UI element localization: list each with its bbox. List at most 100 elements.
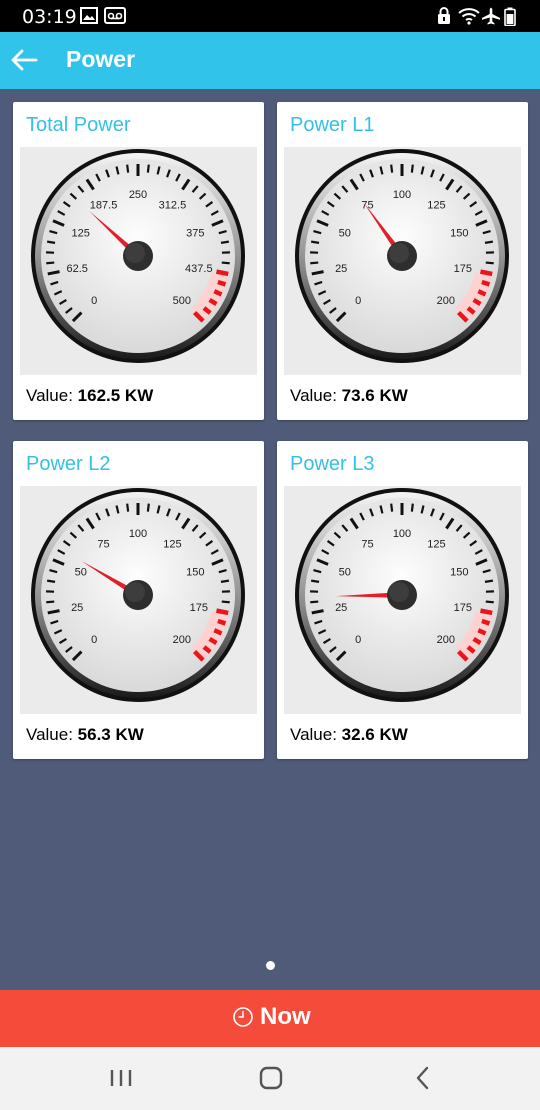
gauge: 0 25 50 75 100 125 150 175 200 <box>284 486 521 714</box>
gauge-minor-tick <box>310 240 320 244</box>
gauge-card-total-power[interactable]: Total Power 0 62.5 125 187.5 250 312.5 375 437.… <box>13 102 264 420</box>
gauge-major-tick <box>216 269 229 277</box>
gauge-minor-tick <box>310 261 319 265</box>
gauge-major-tick <box>216 608 229 616</box>
gauge-minor-tick <box>126 503 130 512</box>
gauge-minor-tick <box>390 503 394 512</box>
gauge-minor-tick <box>220 240 230 244</box>
alarm-lock-icon <box>437 7 451 30</box>
page-title: Power <box>66 46 136 72</box>
gauge-scale-label: 25 <box>71 602 83 614</box>
gauge-scale-label: 500 <box>173 295 191 307</box>
now-label: Now <box>260 1003 311 1030</box>
gauge-scale-label: 125 <box>427 199 445 211</box>
gauge-scale-label: 125 <box>427 538 445 550</box>
gauge-scale-label: 0 <box>91 295 97 307</box>
status-bar: 03:19 <box>0 0 540 32</box>
gauge-scale-label: 75 <box>361 199 373 211</box>
gauge-minor-tick <box>46 600 55 604</box>
arrow-left-icon <box>11 49 38 71</box>
value-label: Value: <box>290 725 342 744</box>
gauge-scale-label: 62.5 <box>66 263 87 275</box>
gauge-scale-label: 200 <box>437 295 455 307</box>
home-icon <box>259 1066 283 1090</box>
gauge-value: Value: 73.6 KW <box>290 386 408 406</box>
gauge-dial: 0 62.5 125 187.5 250 312.5 375 437.5 500 <box>31 149 245 363</box>
gauge-card-power-l1[interactable]: Power L1 0 25 50 75 100 125 150 175 200 Value: 7… <box>277 102 528 420</box>
gauge-scale-label: 150 <box>450 227 468 239</box>
gauge-hub-highlight <box>125 582 145 602</box>
gauge-scale-label: 100 <box>393 189 411 201</box>
gauge-minor-tick <box>220 579 230 583</box>
gauge-scale-label: 200 <box>437 634 455 646</box>
gauge: 0 25 50 75 100 125 150 175 200 <box>284 147 521 375</box>
gauge-minor-tick <box>213 289 223 297</box>
gauge-minor-tick <box>310 600 319 604</box>
gauge-minor-tick <box>410 164 414 173</box>
gauge-minor-tick <box>221 600 230 604</box>
value-label: Value: <box>290 386 342 405</box>
back-nav-icon <box>416 1066 429 1090</box>
gauge-minor-tick <box>485 261 494 265</box>
gauge-value: Value: 162.5 KW <box>26 386 153 406</box>
gauge-minor-tick <box>46 261 55 265</box>
home-button[interactable] <box>253 1061 289 1095</box>
gauge: 0 62.5 125 187.5 250 312.5 375 437.5 500 <box>20 147 257 375</box>
gauge-minor-tick <box>410 503 414 512</box>
gauge-card-power-l2[interactable]: Power L2 0 25 50 75 100 125 150 175 200 Value: 5… <box>13 441 264 759</box>
gauge-scale-label: 100 <box>129 528 147 540</box>
gauge-scale-label: 375 <box>186 227 204 239</box>
voicemail-icon <box>104 7 126 29</box>
back-nav-button[interactable] <box>405 1061 441 1095</box>
wifi-icon <box>457 7 481 30</box>
airplane-mode-icon <box>481 7 501 30</box>
gauge-value: Value: 32.6 KW <box>290 725 408 745</box>
gauge-dial: 0 25 50 75 100 125 150 175 200 <box>31 488 245 702</box>
gauge-scale-label: 312.5 <box>159 199 187 211</box>
gauge-scale-label: 50 <box>75 566 87 578</box>
gauge-minor-tick <box>126 164 130 173</box>
gauge-minor-tick <box>146 503 150 512</box>
now-button[interactable]: Now <box>0 990 540 1047</box>
status-time: 03:19 <box>22 6 77 28</box>
gauge-scale-label: 175 <box>454 263 472 275</box>
gauge-hub-highlight <box>389 243 409 263</box>
gauge-minor-tick <box>221 261 230 265</box>
value-label: Value: <box>26 725 78 744</box>
gauge-title: Total Power <box>26 114 131 136</box>
gauge-title: Power L1 <box>290 114 375 136</box>
gauge-scale-label: 437.5 <box>185 263 213 275</box>
clock-icon <box>233 1007 253 1027</box>
gauge-scale-label: 250 <box>129 189 147 201</box>
gauge-scale-label: 125 <box>72 227 90 239</box>
gauge-scale-label: 25 <box>335 602 347 614</box>
app-bar: Power <box>0 32 540 89</box>
recent-apps-icon <box>110 1070 132 1086</box>
value-number: 162.5 KW <box>77 386 154 405</box>
gauge-minor-tick <box>484 240 494 244</box>
gauge-value: Value: 56.3 KW <box>26 725 144 745</box>
gauge-major-tick <box>480 608 493 616</box>
gauge-title: Power L3 <box>290 453 375 475</box>
gauge-scale-label: 75 <box>361 538 373 550</box>
back-button[interactable] <box>6 40 46 80</box>
gauge-scale-label: 0 <box>355 634 361 646</box>
gauge-minor-tick <box>310 579 320 583</box>
gauge-minor-tick <box>481 279 491 287</box>
value-number: 32.6 KW <box>341 725 408 744</box>
gauge-card-power-l3[interactable]: Power L3 0 25 50 75 100 125 150 175 200 Value: 3… <box>277 441 528 759</box>
gauge-dial: 0 25 50 75 100 125 150 175 200 <box>295 488 509 702</box>
gauge-minor-tick <box>481 618 491 626</box>
recent-apps-button[interactable] <box>103 1061 139 1095</box>
gauge-scale-label: 0 <box>91 634 97 646</box>
gauge-scale-label: 125 <box>163 538 181 550</box>
gauge-minor-tick <box>217 618 227 626</box>
gauge-scale-label: 175 <box>454 602 472 614</box>
gauge-scale-label: 50 <box>339 566 351 578</box>
gauge-scale-label: 150 <box>186 566 204 578</box>
gauge-scale-label: 100 <box>393 528 411 540</box>
battery-icon <box>504 7 516 31</box>
gauge-hub-highlight <box>389 582 409 602</box>
gauge-minor-tick <box>477 289 487 297</box>
value-label: Value: <box>26 386 78 405</box>
